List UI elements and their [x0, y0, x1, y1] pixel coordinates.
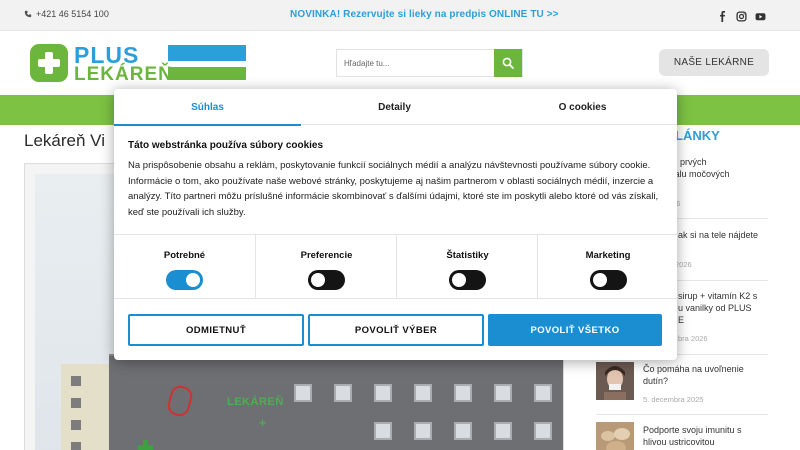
sidebar-article-5[interactable]: Podporte svoju imunitu s hlivou ustricov… [643, 424, 773, 448]
category-marketing: Marketing [537, 235, 677, 299]
facebook-icon[interactable] [717, 9, 728, 22]
our-pharmacies-button[interactable]: NAŠE LEKÁRNE [659, 49, 769, 76]
cookie-dialog-body: Na prispôsobenie obsahu a reklám, poskyt… [128, 160, 659, 218]
cookie-dialog-title: Táto webstránka používa súbory cookies [128, 140, 324, 151]
cookie-consent-dialog: Súhlas Detaily O cookies Táto webstránka… [114, 89, 677, 360]
reject-button[interactable]: ODMIETNUŤ [128, 314, 304, 346]
sidebar-article-3-line-2: u vanilky od PLUS [678, 303, 752, 313]
site-logo[interactable]: PLUS LEKÁREŇ [30, 42, 246, 85]
allow-all-button[interactable]: POVOLIŤ VŠETKO [488, 314, 662, 346]
logo-green-bar [168, 67, 246, 80]
instagram-icon[interactable] [736, 9, 747, 22]
top-bar: +421 46 5154 100 NOVINKA! Rezervujte si … [0, 0, 800, 31]
category-label: Preferencie [300, 250, 353, 261]
statistics-toggle[interactable] [449, 270, 486, 290]
logo-blue-bar [168, 45, 246, 61]
photo-pharmacy-sign: LEKÁREŇ [227, 396, 284, 408]
photo-sign-cross: + [259, 416, 267, 430]
sidebar-article-3-line-1: sirup + vitamín K2 s [678, 291, 758, 301]
category-statistics: Štatistiky [396, 235, 537, 299]
tab-consent[interactable]: Súhlas [114, 89, 301, 126]
sidebar-article-4-line-1: Čo pomáha na uvoľnenie [643, 364, 744, 374]
sidebar-article-2-line-1: ak si na tele nájdete [678, 230, 759, 240]
phone-icon [24, 10, 32, 18]
category-label: Marketing [585, 250, 631, 261]
logo-text-lekaren: LEKÁREŇ [74, 64, 173, 85]
sidebar-article-3[interactable]: sirup + vitamín K2 s u vanilky od PLUS E [678, 290, 800, 326]
sidebar-heading: LÁNKY [675, 128, 720, 143]
allow-selection-button[interactable]: POVOLIŤ VÝBER [308, 314, 484, 346]
phone-contact[interactable]: +421 46 5154 100 [24, 9, 109, 19]
sidebar-article-5-line-1: Podporte svoju imunitu s [643, 425, 742, 435]
cookie-categories: Potrebné Preferencie Štatistiky Marketin… [114, 234, 677, 299]
youtube-icon[interactable] [755, 9, 766, 21]
social-links [717, 9, 766, 22]
sidebar-article-4-line-2: dutín? [643, 376, 669, 386]
sidebar-article-5-thumbnail[interactable] [596, 422, 634, 450]
toggle-knob [452, 273, 466, 287]
photo-green-cross: ✚ [137, 438, 154, 450]
tab-details[interactable]: Detaily [301, 89, 488, 125]
sidebar-article-3-date: bra 2026 [678, 334, 708, 343]
sidebar-divider [596, 414, 768, 415]
pharmacy-cross-logo-icon [30, 44, 68, 82]
search-box [336, 49, 523, 77]
marketing-toggle[interactable] [590, 270, 627, 290]
site-header: PLUS LEKÁREŇ NAŠE LEKÁRNE [0, 31, 800, 95]
sidebar-article-4-date: 5. decembra 2025 [643, 395, 704, 404]
category-label: Štatistiky [446, 250, 489, 261]
sidebar-article-2-date: 2026 [675, 260, 692, 269]
phone-number: +421 46 5154 100 [36, 9, 109, 19]
search-icon [502, 57, 514, 69]
category-necessary: Potrebné [114, 235, 255, 299]
sidebar-article-4-thumbnail[interactable] [596, 362, 634, 400]
sidebar-article-2[interactable]: ak si na tele nájdete [678, 229, 800, 241]
tab-about-cookies[interactable]: O cookies [488, 89, 677, 125]
necessary-toggle[interactable] [166, 270, 203, 290]
preferences-toggle[interactable] [308, 270, 345, 290]
category-label: Potrebné [163, 250, 206, 261]
toggle-knob [311, 273, 325, 287]
sidebar-article-4[interactable]: Čo pomáha na uvoľnenie dutín? [643, 363, 773, 387]
sidebar-article-3-line-3: E [678, 315, 685, 325]
sidebar-article-5-line-2: hlivou ustricovitou [643, 437, 715, 447]
toggle-knob [186, 273, 200, 287]
promo-link[interactable]: NOVINKA! Rezervujte si lieky na predpis … [290, 9, 559, 20]
category-preferences: Preferencie [255, 235, 396, 299]
search-button[interactable] [494, 49, 522, 77]
toggle-knob [593, 273, 607, 287]
cookie-tabs: Súhlas Detaily O cookies [114, 89, 677, 126]
page-title: Lekáreň Vi [24, 131, 105, 150]
search-input[interactable] [337, 50, 495, 76]
